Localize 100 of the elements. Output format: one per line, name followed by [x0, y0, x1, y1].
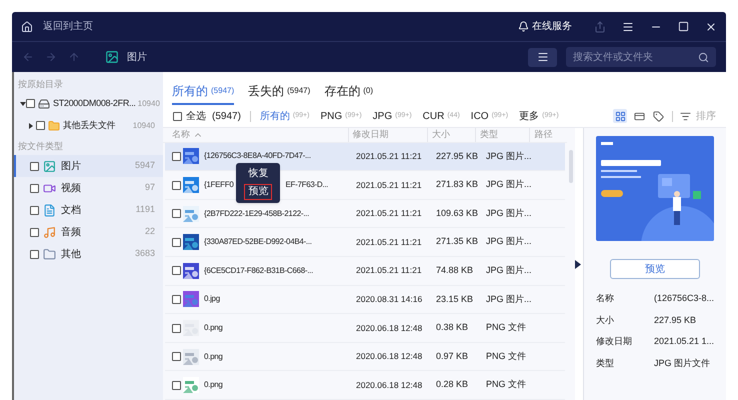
detail-label: 大小 — [596, 314, 615, 326]
checkbox[interactable] — [172, 238, 181, 247]
table-cell-text: 0.38 KB — [436, 321, 470, 334]
table-cell-text: 2021.05.21 11:21 — [355, 236, 423, 249]
table-cell-text: JPG 图片... — [486, 292, 533, 306]
table-cell-text: PNG 文件 — [486, 378, 528, 392]
file-name: {6CE5CD17-F862-B31B-C668-... — [204, 264, 313, 277]
checkbox[interactable] — [172, 266, 181, 276]
file-name: EF-7F63-D... — [285, 179, 328, 192]
maximize-icon[interactable] — [678, 21, 689, 32]
table-row[interactable]: 0.png 2020.06.18 12:48 0.28 KB PNG 文件 — [165, 371, 566, 400]
sidebar-item[interactable]: 视频 97 — [14, 177, 163, 199]
tag-icon[interactable] — [651, 109, 665, 123]
table-row[interactable]: 0.png 2020.06.18 12:48 0.97 KB PNG 文件 — [165, 342, 566, 372]
table-cell-text: 2021.05.21 11:21 — [355, 150, 423, 163]
home-icon[interactable] — [21, 20, 33, 32]
tab[interactable]: 所有的 (5947) — [172, 78, 234, 105]
checkbox[interactable] — [172, 294, 181, 304]
table-row[interactable]: {330A87ED-52BE-D992-04B4-... 2021.05.21 11:21 271.35 KB JPG 图片... — [165, 228, 566, 258]
table-cell-text: 2020.06.18 12:48 — [355, 322, 424, 334]
image-icon — [105, 50, 119, 64]
file-name: 0.png — [204, 322, 223, 334]
menu-item[interactable]: 预览 — [244, 184, 272, 200]
sidebar-item[interactable]: 音频 22 — [14, 221, 163, 243]
online-service-link[interactable]: 在线服务 — [532, 19, 572, 34]
table-cell-text: 109.63 KB — [436, 206, 480, 220]
checkbox[interactable] — [172, 209, 181, 218]
table-cell-text: 2021.05.21 11:21 — [355, 178, 423, 192]
detail-value: JPG 图片文件 — [654, 356, 710, 370]
table-cell-text: 74.88 KB — [436, 264, 474, 278]
document-icon — [43, 204, 56, 216]
category-label: 其他 — [61, 248, 81, 262]
tab[interactable]: 丢失的 (5947) — [248, 78, 310, 105]
table-cell-text: JPG 图片... — [486, 264, 533, 278]
checkbox[interactable] — [30, 184, 39, 192]
table-row[interactable]: {2B7FD222-1E29-458B-2122-... 2021.05.21 11:21 109.63 KB JPG 图片... — [165, 200, 566, 228]
item-count: 97 — [144, 181, 155, 194]
checkbox[interactable] — [30, 162, 39, 170]
file-name: {2B7FD222-1E29-458B-2122-... — [204, 208, 310, 220]
checkbox[interactable] — [172, 380, 181, 390]
select-all-count: (5947) — [212, 110, 241, 124]
checkbox[interactable] — [30, 228, 39, 236]
checkbox[interactable] — [30, 206, 39, 214]
table-cell-text: 271.83 KB — [436, 178, 480, 192]
table-cell-text: 271.35 KB — [436, 235, 480, 248]
checkbox[interactable] — [172, 352, 181, 362]
table-cell-text: JPG 图片... — [486, 235, 533, 248]
folder-icon — [43, 248, 56, 260]
table-cell-text: 227.95 KB — [436, 150, 480, 163]
table-cell-text: 23.15 KB — [436, 292, 474, 306]
expand-arrow-icon[interactable] — [575, 260, 582, 268]
detail-label: 名称 — [596, 292, 615, 305]
checkbox[interactable] — [172, 180, 181, 190]
menu-icon — [536, 51, 548, 63]
checkbox[interactable] — [173, 112, 182, 120]
item-count: 5947 — [134, 159, 155, 172]
item-count: 22 — [144, 225, 155, 238]
select-all-label[interactable]: 全选 — [186, 108, 206, 124]
table-cell-text: JPG 图片... — [486, 178, 533, 192]
search-icon[interactable] — [698, 52, 709, 62]
detail-value: 227.95 KB — [654, 314, 696, 326]
file-name: {330A87ED-52BE-D992-04B4-... — [204, 236, 312, 248]
detail-value: 2021.05.21 1... — [654, 335, 714, 348]
item-count: 3683 — [134, 247, 155, 260]
menu-button[interactable] — [528, 48, 557, 66]
file-name: 0.png — [204, 379, 223, 392]
item-count: 10940 — [132, 120, 155, 132]
checkbox[interactable] — [172, 152, 181, 161]
file-name: {126756C3-8E8A-40FD-7D47-... — [204, 150, 311, 162]
sidebar-item[interactable]: 其他 3683 — [14, 243, 163, 265]
grid-view-icon[interactable] — [613, 109, 627, 123]
table-cell-text: PNG 文件 — [486, 321, 528, 334]
table-cell-text: 2021.05.21 11:21 — [355, 264, 423, 278]
checkbox[interactable] — [172, 324, 181, 333]
expanded-arrow-icon[interactable] — [20, 100, 26, 106]
item-count: 1191 — [136, 203, 155, 216]
category-label: 音频 — [61, 226, 81, 240]
home-link[interactable]: 返回到主页 — [43, 19, 93, 34]
table-row[interactable]: {6CE5CD17-F862-B31B-C668-... 2021.05.21 11:21 74.88 KB JPG 图片... — [165, 257, 566, 286]
tree-item[interactable]: 其他丢失文件 — [63, 118, 116, 132]
detail-value: (126756C3-8... — [654, 292, 714, 305]
checkbox[interactable] — [30, 250, 39, 258]
table-row[interactable]: 0.png 2020.06.18 12:48 0.38 KB PNG 文件 — [165, 314, 566, 343]
table-cell-text: 2020.08.31 14:16 — [355, 293, 424, 306]
sidebar-item[interactable]: 文档 1191 — [14, 199, 163, 221]
category-label: 视频 — [61, 182, 81, 196]
sidebar-item[interactable]: 图片 5947 — [14, 155, 163, 177]
close-icon[interactable] — [705, 20, 717, 32]
checkbox[interactable] — [36, 121, 45, 130]
checkbox[interactable] — [26, 99, 35, 108]
preview-button[interactable]: 预览 — [610, 259, 700, 279]
file-name: 0.jpg — [204, 293, 220, 306]
table-row[interactable]: 0.jpg 2020.08.31 14:16 23.15 KB JPG 图片... — [165, 286, 566, 314]
tree-item[interactable]: ST2000DM008-2FR... — [53, 96, 136, 110]
table-cell-text: JPG 图片... — [486, 150, 533, 163]
bell-icon — [518, 21, 529, 32]
tab[interactable]: 存在的 (0) — [324, 78, 374, 105]
category-label: 图片 — [61, 160, 81, 174]
menu-icon[interactable] — [622, 20, 634, 32]
sort-icon[interactable] — [680, 110, 691, 122]
